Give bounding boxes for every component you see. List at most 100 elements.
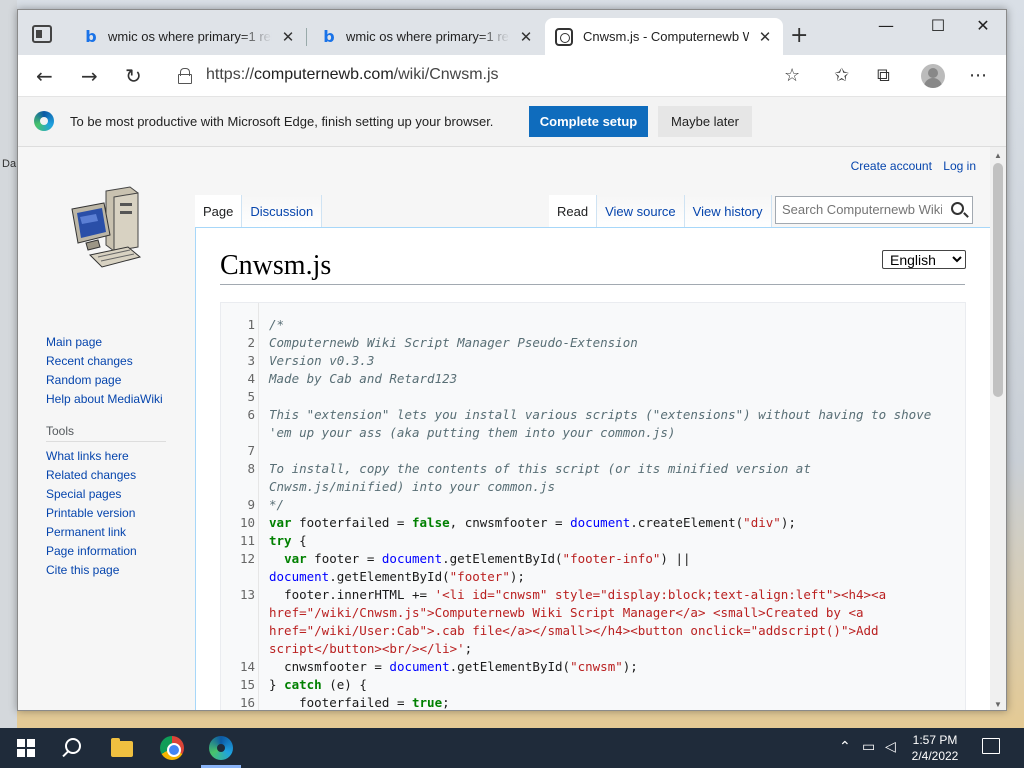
tab-read[interactable]: Read [549, 195, 598, 228]
login-link[interactable]: Log in [943, 159, 976, 173]
edge-setup-infobar: To be most productive with Microsoft Edg… [18, 97, 1006, 147]
new-tab-button[interactable]: + [790, 23, 808, 48]
tab-strip: b wmic os where primary=1 reboo ✕ b wmic… [18, 10, 1006, 55]
desktop-label: Da [2, 158, 17, 170]
tab-close-icon[interactable]: ✕ [757, 28, 773, 46]
search-icon[interactable] [61, 736, 85, 760]
scroll-thumb[interactable] [993, 163, 1003, 397]
address-bar-row: ← → ↻ https://computernewb.com/wiki/Cnws… [18, 55, 1006, 97]
code-line: href="/wiki/User:Cab">.cab file</a></sma… [269, 623, 879, 638]
chrome-icon[interactable] [160, 736, 184, 760]
code-line: 'em up your ass (aka putting them into y… [269, 425, 676, 440]
sidebar-item-what-links-here[interactable]: What links here [46, 447, 196, 466]
url-host: computernewb.com [254, 66, 394, 83]
wiki-search-input[interactable] [782, 202, 942, 217]
lock-icon[interactable] [178, 68, 192, 84]
collections-icon[interactable]: ⧉ [877, 65, 890, 86]
site-logo-icon[interactable] [68, 185, 144, 271]
code-line: 12 var footer = document.getElementById(… [239, 551, 691, 566]
code-line: 3 Version v0.3.3 [247, 353, 375, 368]
code-line: 15} catch (e) { [239, 677, 367, 692]
browser-tab[interactable]: b wmic os where primary=1 reboo ✕ [312, 18, 544, 55]
edge-icon[interactable] [209, 736, 233, 760]
tab-title: wmic os where primary=1 reboo [108, 29, 272, 44]
scroll-up-icon[interactable]: ▲ [994, 151, 1002, 160]
code-block: 1/* 2 Computernewb Wiki Script Manager Ps… [220, 302, 966, 710]
complete-setup-button[interactable]: Complete setup [529, 106, 648, 137]
favorites-icon[interactable]: ✩ [834, 65, 849, 86]
code-line: 6 This "extension" lets you install vario… [247, 407, 932, 422]
sidebar-item-main-page[interactable]: Main page [46, 333, 196, 352]
sidebar-item-page-information[interactable]: Page information [46, 542, 196, 561]
taskbar: ⌃ ▭ ◁ 1:57 PM 2/4/2022 [0, 728, 1024, 768]
clock-time: 1:57 PM [912, 733, 958, 747]
sidebar-item-help[interactable]: Help about MediaWiki [46, 390, 196, 409]
maybe-later-button[interactable]: Maybe later [658, 106, 752, 137]
sidebar-item-cite-this-page[interactable]: Cite this page [46, 561, 196, 580]
page-title: Cnwsm.js [220, 250, 332, 281]
start-button[interactable] [14, 736, 38, 760]
wiki-favicon [555, 27, 573, 46]
sidebar-item-printable-version[interactable]: Printable version [46, 504, 196, 523]
bing-icon: b [323, 27, 335, 46]
code-line: 2 Computernewb Wiki Script Manager Pseudo… [247, 335, 638, 350]
address-input[interactable]: https://computernewb.com/wiki/Cnwsm.js [206, 66, 499, 84]
chevron-up-icon[interactable]: ⌃ [839, 739, 851, 755]
code-line: 13 footer.innerHTML += '<li id="cnwsm" s… [239, 587, 887, 602]
code-line: 8 To install, copy the contents of this s… [247, 461, 811, 476]
tab-close-icon[interactable]: ✕ [518, 28, 534, 46]
sidebar-item-special-pages[interactable]: Special pages [46, 485, 196, 504]
close-window-button[interactable]: ✕ [960, 16, 1006, 35]
code-line: 5 [247, 389, 255, 404]
tools-heading: Tools [46, 424, 166, 442]
namespace-tabs: Page Discussion [195, 195, 323, 228]
sidebar-item-permanent-link[interactable]: Permanent link [46, 523, 196, 542]
forward-button[interactable]: → [81, 64, 98, 88]
refresh-button[interactable]: ↻ [125, 64, 142, 88]
desktop-edge: Da [0, 0, 17, 728]
sidebar-item-related-changes[interactable]: Related changes [46, 466, 196, 485]
tab-close-icon[interactable]: ✕ [280, 28, 296, 46]
profile-icon[interactable] [921, 64, 945, 88]
file-explorer-icon[interactable] [110, 736, 134, 760]
tab-view-source[interactable]: View source [597, 195, 685, 228]
page-scrollbar[interactable]: ▲ ▼ [990, 147, 1006, 710]
clock-date: 2/4/2022 [911, 749, 959, 763]
content-area: Cnwsm.js English 1/* 2 Computernewb Wiki … [195, 227, 990, 710]
browser-window: b wmic os where primary=1 reboo ✕ b wmic… [17, 9, 1007, 711]
add-favorite-icon[interactable]: ☆ [784, 65, 800, 86]
volume-muted-icon[interactable]: ◁ [885, 739, 896, 755]
sidebar-item-recent-changes[interactable]: Recent changes [46, 352, 196, 371]
infobar-message: To be most productive with Microsoft Edg… [70, 114, 494, 129]
language-select[interactable]: English [882, 250, 966, 269]
code-line: href="/wiki/Cnwsm.js">Computernewb Wiki … [269, 605, 864, 620]
edge-logo-icon [34, 111, 54, 131]
browser-tab-active[interactable]: Cnwsm.js - Computernewb Wiki ✕ [545, 18, 783, 55]
code-line: Cnwsm.js/minified) into your common.js [269, 479, 555, 494]
minimize-button[interactable]: — [863, 16, 909, 35]
tab-actions-icon[interactable] [32, 25, 52, 43]
sidebar-item-random-page[interactable]: Random page [46, 371, 196, 390]
code-line: script</button><br/></li>'; [269, 641, 473, 656]
sidebar: Main page Recent changes Random page Hel… [46, 333, 196, 580]
clock[interactable]: 1:57 PM 2/4/2022 [905, 732, 965, 764]
network-icon[interactable]: ▭ [862, 739, 875, 755]
browser-tab[interactable]: b wmic os where primary=1 reboo ✕ [74, 18, 306, 55]
code-line: 14 cnwsmfooter = document.getElementById… [239, 659, 638, 674]
more-icon[interactable]: ⋯ [969, 65, 987, 86]
code-line: 16 footerfailed = true; [239, 695, 450, 710]
code-line: 1/* [247, 317, 285, 332]
notification-icon[interactable] [982, 738, 1000, 754]
create-account-link[interactable]: Create account [851, 159, 932, 173]
tab-view-history[interactable]: View history [684, 195, 772, 228]
tab-discussion[interactable]: Discussion [242, 195, 323, 228]
scroll-down-icon[interactable]: ▼ [994, 700, 1002, 709]
tab-title: Cnwsm.js - Computernewb Wiki [583, 29, 749, 44]
search-icon[interactable] [951, 202, 964, 215]
back-button[interactable]: ← [36, 64, 53, 88]
maximize-button[interactable]: ☐ [915, 16, 961, 35]
code-line: 11 try { [239, 533, 307, 548]
code-line: 10 var footerfailed = false, cnwsmfooter … [239, 515, 796, 530]
tab-page[interactable]: Page [195, 195, 243, 228]
tab-title: wmic os where primary=1 reboo [346, 29, 510, 44]
